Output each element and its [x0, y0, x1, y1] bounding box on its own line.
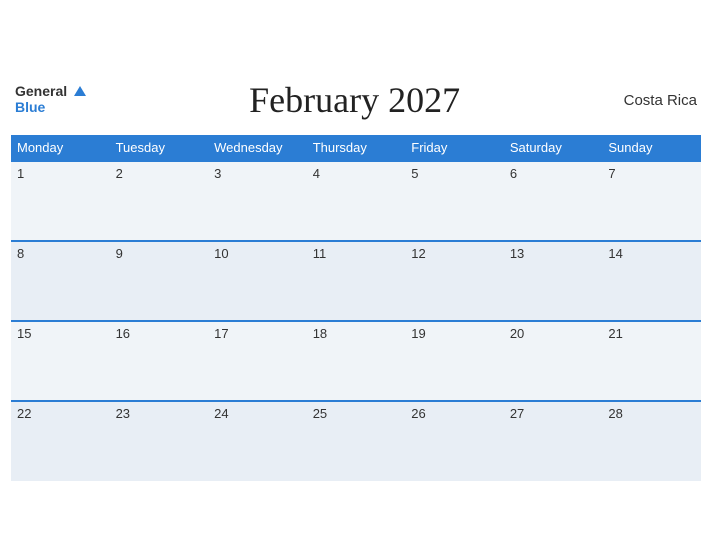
- calendar-day-cell: 23: [110, 401, 209, 481]
- calendar-day-cell: 20: [504, 321, 603, 401]
- day-number: 5: [411, 166, 418, 181]
- day-number: 7: [608, 166, 615, 181]
- header-tuesday: Tuesday: [110, 135, 209, 161]
- calendar-day-cell: 14: [602, 241, 701, 321]
- calendar-day-cell: 22: [11, 401, 110, 481]
- calendar-day-cell: 8: [11, 241, 110, 321]
- logo-line1: General: [15, 84, 86, 100]
- calendar-week-row: 15 16 17 18 19 20 21: [11, 321, 701, 401]
- day-number: 17: [214, 326, 228, 341]
- day-number: 15: [17, 326, 31, 341]
- day-number: 22: [17, 406, 31, 421]
- day-number: 26: [411, 406, 425, 421]
- calendar-day-cell: 26: [405, 401, 504, 481]
- calendar-day-cell: 27: [504, 401, 603, 481]
- logo: General Blue: [15, 84, 86, 116]
- day-number: 18: [313, 326, 327, 341]
- header-friday: Friday: [405, 135, 504, 161]
- calendar-day-cell: 5: [405, 161, 504, 241]
- calendar-day-cell: 12: [405, 241, 504, 321]
- calendar-day-cell: 11: [307, 241, 406, 321]
- calendar-week-row: 1 2 3 4 5 6 7: [11, 161, 701, 241]
- calendar-day-cell: 9: [110, 241, 209, 321]
- weekday-header-row: Monday Tuesday Wednesday Thursday Friday…: [11, 135, 701, 161]
- day-number: 21: [608, 326, 622, 341]
- calendar-day-cell: 18: [307, 321, 406, 401]
- day-number: 2: [116, 166, 123, 181]
- day-number: 4: [313, 166, 320, 181]
- calendar-day-cell: 16: [110, 321, 209, 401]
- logo-general: General: [15, 83, 67, 99]
- day-number: 14: [608, 246, 622, 261]
- day-number: 16: [116, 326, 130, 341]
- day-number: 10: [214, 246, 228, 261]
- calendar-day-cell: 19: [405, 321, 504, 401]
- header-thursday: Thursday: [307, 135, 406, 161]
- day-number: 28: [608, 406, 622, 421]
- logo-line2: Blue: [15, 100, 86, 116]
- calendar-header: General Blue February 2027 Costa Rica: [11, 69, 701, 135]
- calendar-day-cell: 3: [208, 161, 307, 241]
- calendar-day-cell: 17: [208, 321, 307, 401]
- calendar-day-cell: 7: [602, 161, 701, 241]
- day-number: 3: [214, 166, 221, 181]
- day-number: 20: [510, 326, 524, 341]
- day-number: 12: [411, 246, 425, 261]
- day-number: 23: [116, 406, 130, 421]
- calendar-day-cell: 10: [208, 241, 307, 321]
- calendar-day-cell: 25: [307, 401, 406, 481]
- calendar-week-row: 8 9 10 11 12 13 14: [11, 241, 701, 321]
- logo-triangle-icon: [74, 86, 86, 96]
- header-saturday: Saturday: [504, 135, 603, 161]
- header-monday: Monday: [11, 135, 110, 161]
- day-number: 25: [313, 406, 327, 421]
- day-number: 11: [313, 246, 327, 261]
- calendar-day-cell: 1: [11, 161, 110, 241]
- day-number: 9: [116, 246, 123, 261]
- header-sunday: Sunday: [602, 135, 701, 161]
- country-label: Costa Rica: [624, 92, 697, 109]
- day-number: 19: [411, 326, 425, 341]
- calendar-week-row: 22 23 24 25 26 27 28: [11, 401, 701, 481]
- calendar-day-cell: 13: [504, 241, 603, 321]
- day-number: 8: [17, 246, 24, 261]
- header-wednesday: Wednesday: [208, 135, 307, 161]
- calendar-title: February 2027: [249, 79, 460, 121]
- day-number: 24: [214, 406, 228, 421]
- calendar-day-cell: 2: [110, 161, 209, 241]
- logo-blue: Blue: [15, 99, 45, 115]
- day-number: 6: [510, 166, 517, 181]
- calendar-day-cell: 21: [602, 321, 701, 401]
- calendar-day-cell: 15: [11, 321, 110, 401]
- calendar-day-cell: 24: [208, 401, 307, 481]
- calendar-container: General Blue February 2027 Costa Rica Mo…: [11, 69, 701, 481]
- day-number: 13: [510, 246, 524, 261]
- day-number: 27: [510, 406, 524, 421]
- calendar-table: Monday Tuesday Wednesday Thursday Friday…: [11, 135, 701, 481]
- day-number: 1: [17, 166, 24, 181]
- calendar-day-cell: 6: [504, 161, 603, 241]
- calendar-day-cell: 4: [307, 161, 406, 241]
- calendar-day-cell: 28: [602, 401, 701, 481]
